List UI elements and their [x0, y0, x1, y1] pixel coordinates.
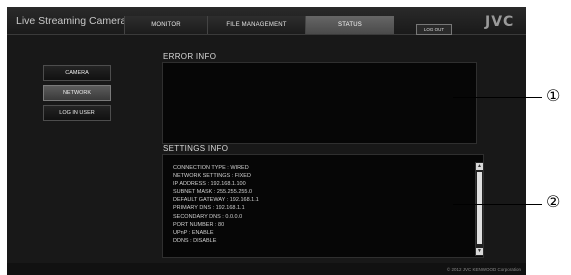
error-info-panel: [162, 62, 477, 144]
list-item: NETWORK SETTINGS : FIXED: [173, 173, 251, 180]
list-item: DDNS : DISABLE: [173, 237, 217, 244]
sidebar-item-network[interactable]: NETWORK: [43, 85, 111, 101]
scroll-down-icon[interactable]: ▼: [476, 248, 483, 255]
app-title: Live Streaming Camera: [16, 15, 127, 27]
list-item: CONNECTION TYPE : WIRED: [173, 165, 249, 171]
callout-line-2: [453, 204, 542, 205]
list-item: IP ADDRESS : 192.168.1.100: [173, 181, 246, 188]
settings-scrollbar[interactable]: ▲ ▼: [475, 162, 483, 256]
list-item: SUBNET MASK : 255.255.255.0: [173, 189, 253, 196]
footer: © 2012 JVC KENWOOD Corporation: [7, 263, 526, 275]
sidebar-item-log-in-user[interactable]: LOG IN USER: [43, 105, 111, 121]
list-item: PRIMARY DNS : 192.168.1.1: [173, 205, 245, 212]
top-bar: Live Streaming Camera MONITOR FILE MANAG…: [7, 7, 526, 35]
logout-button[interactable]: LOG OUT: [416, 24, 452, 35]
sidebar-item-camera[interactable]: CAMERA: [43, 65, 111, 81]
settings-info-title: SETTINGS INFO: [163, 144, 229, 153]
tab-status[interactable]: STATUS: [305, 16, 394, 34]
brand-logo: JVC: [485, 14, 515, 30]
tab-monitor[interactable]: MONITOR: [124, 16, 207, 34]
list-item: SECONDARY DNS : 0.0.0.0: [173, 213, 243, 220]
app-window: Live Streaming Camera MONITOR FILE MANAG…: [7, 7, 526, 275]
tab-file-management[interactable]: FILE MANAGEMENT: [207, 16, 305, 34]
scrollbar-thumb[interactable]: [477, 172, 482, 244]
callout-number-2: ②: [546, 192, 561, 211]
list-item: DEFAULT GATEWAY : 192.168.1.1: [173, 197, 259, 204]
copyright: © 2012 JVC KENWOOD Corporation: [446, 267, 521, 272]
callout-number-1: ①: [546, 86, 561, 105]
error-info-title: ERROR INFO: [163, 52, 217, 61]
callout-line-1: [453, 97, 542, 98]
list-item: UPnP : ENABLE: [173, 229, 214, 236]
settings-list: CONNECTION TYPE : WIRED NETWORK SETTINGS…: [173, 164, 471, 254]
scroll-up-icon[interactable]: ▲: [476, 163, 483, 170]
list-item: PORT NUMBER : 80: [173, 221, 225, 228]
